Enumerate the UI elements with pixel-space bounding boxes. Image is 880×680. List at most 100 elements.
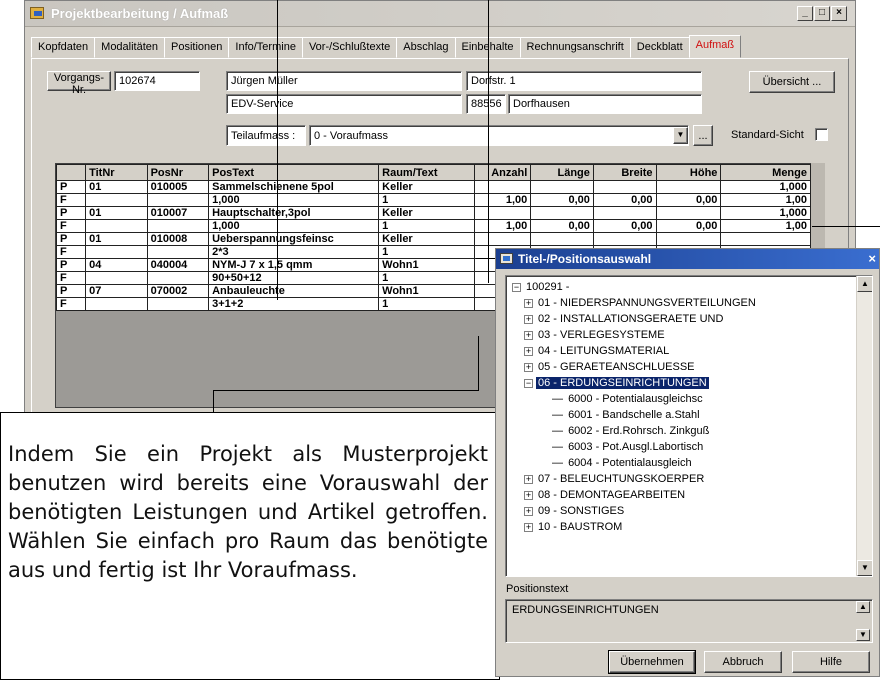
dialog-titlebar[interactable]: Titel-/Positionsauswahl [496,249,879,269]
positionstext-field[interactable]: ERDUNGSEINRICHTUNGEN [505,599,873,643]
collapse-icon[interactable]: − [524,378,533,388]
cell-type[interactable]: P [56,258,87,272]
col-header-type[interactable] [56,164,87,181]
cell-titnr[interactable]: 01 [85,232,148,246]
tab-aufmass[interactable]: Aufmaß [688,35,742,58]
cell-posnr[interactable]: 010007 [146,206,210,220]
tree-root[interactable]: −100291 - [512,280,571,296]
cell-anzahl[interactable]: 1,00 [474,219,532,233]
cell-hoehe[interactable]: 0,00 [655,219,722,233]
cell-laenge[interactable] [530,206,594,220]
cell-postext[interactable]: NYM-J 7 x 1,5 qmm [208,258,380,272]
col-header-hoehe[interactable]: Höhe [655,164,722,181]
tree-item[interactable]: +05 - GERAETEANSCHLUESSE [524,360,697,376]
cell-posnr[interactable]: 040004 [146,258,210,272]
cell-raum-text[interactable]: Wohn1 [378,258,476,272]
tree-item[interactable]: +07 - BELEUCHTUNGSKOERPER [524,472,706,488]
cell-titnr[interactable]: 01 [85,180,148,194]
tree-subitem[interactable]: — 6000 - Potentialausgleichsc [552,392,705,408]
cell-posnr[interactable]: 070002 [146,284,210,298]
cell-titnr[interactable] [85,193,148,207]
vorgangs-nr-button[interactable]: Vorgangs-Nr. [47,71,111,96]
cell-anzahl[interactable] [474,206,532,220]
tab-positionen[interactable]: Positionen [164,37,230,58]
hilfe-button[interactable]: Hilfe [792,651,870,673]
cell-menge[interactable]: 1,000 [720,180,811,194]
tree-item[interactable]: +08 - DEMONTAGEARBEITEN [524,488,687,504]
cell-breite[interactable]: 0,00 [592,219,657,233]
cell-postext[interactable]: 90+50+12 [208,271,380,285]
cell-hoehe[interactable] [655,180,722,194]
cell-breite[interactable] [592,206,657,220]
cell-postext[interactable]: 1,000 [208,193,380,207]
cell-menge[interactable]: 1,00 [720,193,811,207]
cell-breite[interactable] [592,232,657,246]
cell-titnr[interactable] [85,297,148,311]
teilaufmass-select[interactable]: 0 - Voraufmass [309,125,689,146]
tab-kopfdaten[interactable]: Kopfdaten [31,37,96,58]
table-row[interactable]: F 1,000 1 1,00 0,00 0,00 0,00 1,00 [56,219,811,233]
col-header-posnr[interactable]: PosNr [146,164,210,181]
col-header-postext[interactable]: PosText [208,164,380,181]
cell-hoehe[interactable] [655,206,722,220]
uebersicht-button[interactable]: Übersicht ... [749,71,835,93]
cell-menge[interactable]: 1,00 [720,219,811,233]
expand-icon[interactable]: + [524,506,533,516]
cell-posnr[interactable] [146,271,210,285]
cell-type[interactable]: P [56,284,87,298]
col-header-anzahl[interactable]: Anzahl [474,164,532,181]
cell-laenge[interactable] [530,180,594,194]
cell-anzahl[interactable] [474,180,532,194]
minimize-button[interactable]: _ [797,6,813,21]
cell-menge[interactable]: 1,000 [720,206,811,220]
cell-posnr[interactable] [146,297,210,311]
uebernehmen-button[interactable]: Übernehmen [608,650,696,674]
table-row[interactable]: P 01 010007 Hauptschalter,3pol Keller 1,000 [56,206,811,220]
col-header-breite[interactable]: Breite [592,164,657,181]
cell-titnr[interactable]: 04 [85,258,148,272]
cell-type[interactable]: F [56,297,87,311]
main-titlebar[interactable]: Projektbearbeitung / Aufmaß _ □ × [25,1,855,27]
tree-subitem[interactable]: — 6002 - Erd.Rohrsch. Zinkguß [552,424,711,440]
expand-icon[interactable]: + [524,490,533,500]
tab-info-termine[interactable]: Info/Termine [228,37,303,58]
tree-subitem[interactable]: — 6004 - Potentialausgleich [552,456,694,472]
standard-sicht-checkbox[interactable] [815,128,828,141]
cell-raum-text[interactable]: 1 [378,245,476,259]
cell-posnr[interactable] [146,245,210,259]
col-header-raum-text[interactable]: Raum/Text [378,164,476,181]
expand-icon[interactable]: + [524,314,533,324]
cell-breite[interactable]: 0,00 [592,193,657,207]
close-icon[interactable]: × [868,251,876,266]
vorgangs-nr-field[interactable]: 102674 [114,71,200,91]
cell-type[interactable]: P [56,232,87,246]
field-scroll-down-icon[interactable]: ▼ [856,629,870,641]
tree-subitem[interactable]: — 6003 - Pot.Ausgl.Labortisch [552,440,705,456]
close-button[interactable]: × [831,6,847,21]
cell-type[interactable]: F [56,193,87,207]
cell-type[interactable]: F [56,271,87,285]
cell-raum-text[interactable]: 1 [378,219,476,233]
name-field[interactable]: Jürgen Müller [226,71,462,91]
cell-postext[interactable]: 2*3 [208,245,380,259]
tree-scrollbar[interactable]: ▲ ▼ [856,276,872,576]
expand-icon[interactable]: + [524,522,533,532]
table-row[interactable]: P 01 010005 Sammelschienene 5pol Keller 1,000 [56,180,811,194]
cell-posnr[interactable] [146,193,210,207]
cell-titnr[interactable] [85,245,148,259]
cell-raum-text[interactable]: Keller [378,180,476,194]
cell-type[interactable]: F [56,245,87,259]
cell-posnr[interactable] [146,219,210,233]
col-header-menge[interactable]: Menge [720,164,811,181]
cell-hoehe[interactable] [655,232,722,246]
tab-deckblatt[interactable]: Deckblatt [629,37,690,58]
tree-item[interactable]: +04 - LEITUNGSMATERIAL [524,344,671,360]
cell-type[interactable]: F [56,219,87,233]
city-field[interactable]: Dorfhausen [508,94,702,114]
cell-raum-text[interactable]: Keller [378,232,476,246]
cell-titnr[interactable]: 01 [85,206,148,220]
cell-anzahl[interactable] [474,232,532,246]
collapse-icon[interactable]: − [512,282,521,292]
cell-postext[interactable]: Hauptschalter,3pol [208,206,380,220]
cell-postext[interactable]: Sammelschienene 5pol [208,180,380,194]
